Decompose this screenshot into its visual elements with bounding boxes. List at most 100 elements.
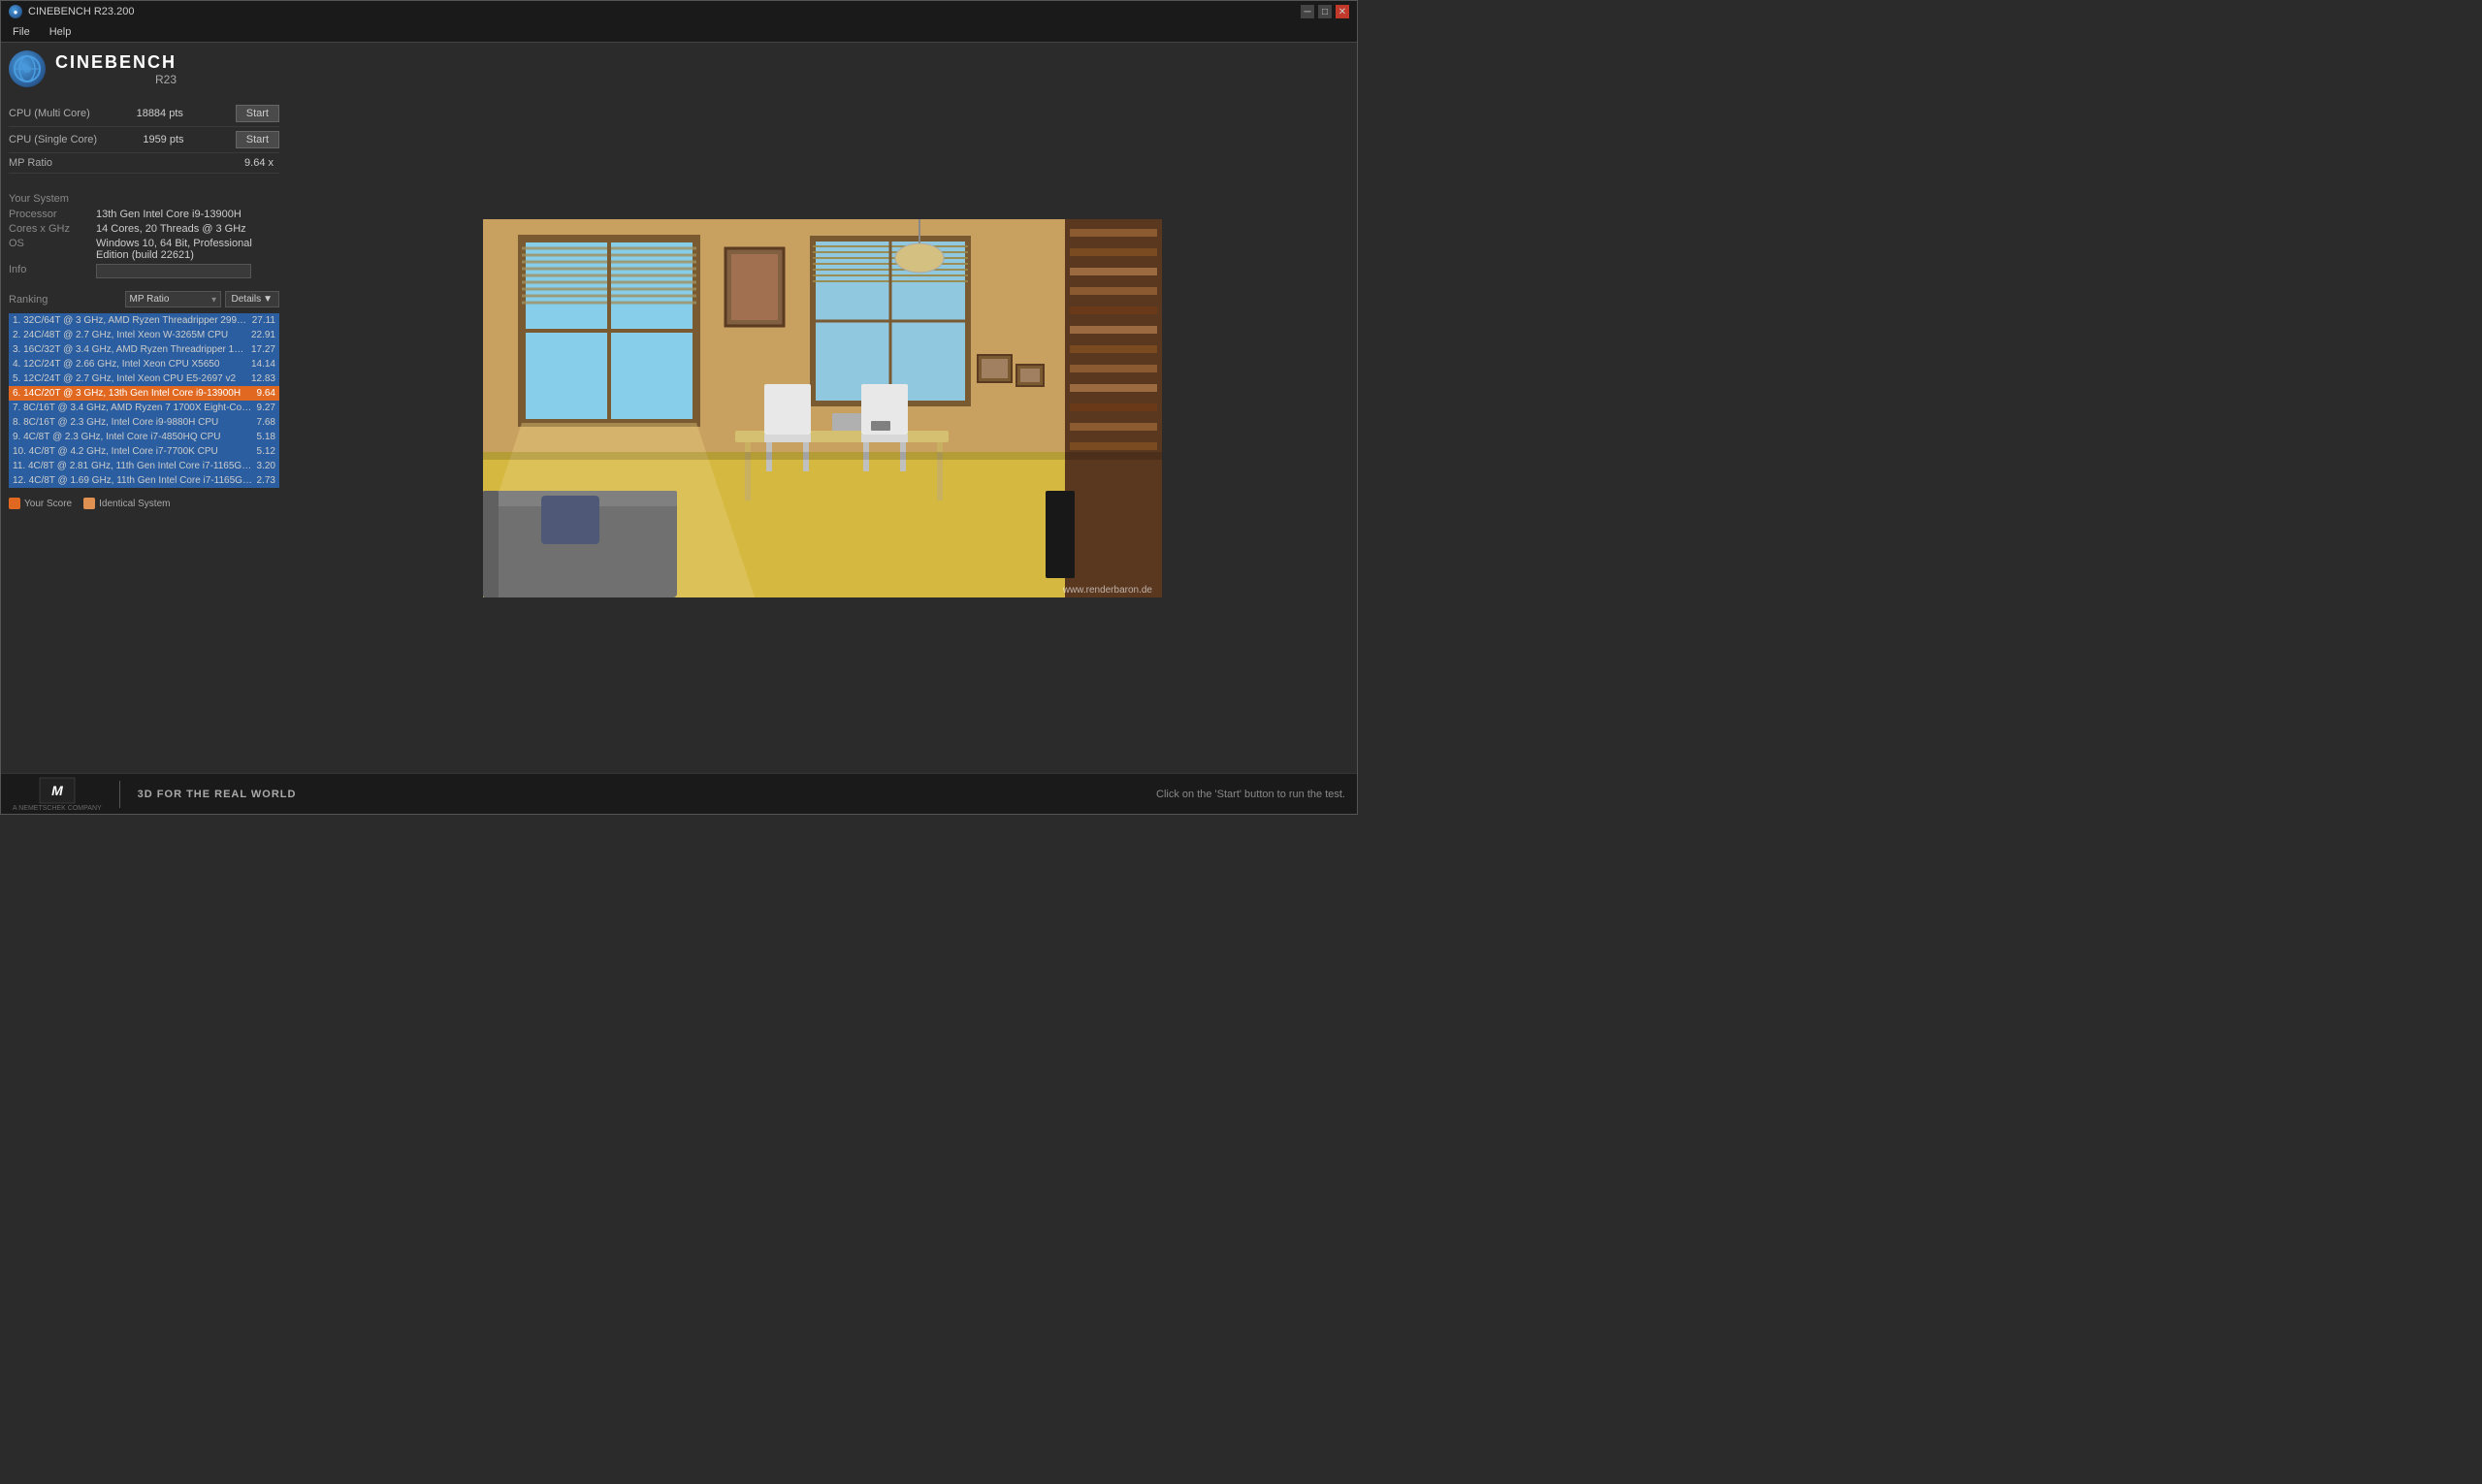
menu-help[interactable]: Help xyxy=(46,24,76,40)
rank-item-value: 2.73 xyxy=(257,475,275,486)
logo-subtitle: R23 xyxy=(55,73,177,86)
menu-bar: File Help xyxy=(1,22,1357,43)
ranking-list-item[interactable]: 10. 4C/8T @ 4.2 GHz, Intel Core i7-7700K… xyxy=(9,444,279,459)
ranking-list-item[interactable]: 2. 24C/48T @ 2.7 GHz, Intel Xeon W-3265M… xyxy=(9,328,279,342)
ranking-list-item[interactable]: 5. 12C/24T @ 2.7 GHz, Intel Xeon CPU E5-… xyxy=(9,371,279,386)
rank-item-label: 9. 4C/8T @ 2.3 GHz, Intel Core i7-4850HQ… xyxy=(13,432,253,442)
rank-item-value: 27.11 xyxy=(252,315,275,326)
ranking-list-item[interactable]: 9. 4C/8T @ 2.3 GHz, Intel Core i7-4850HQ… xyxy=(9,430,279,444)
cpu-multi-row: CPU (Multi Core) 18884 pts Start xyxy=(9,101,279,127)
processor-value: 13th Gen Intel Core i9-13900H xyxy=(96,209,279,220)
rank-item-value: 5.18 xyxy=(257,432,275,442)
ranking-list-item[interactable]: 12. 4C/8T @ 1.69 GHz, 11th Gen Intel Cor… xyxy=(9,473,279,488)
ranking-list-item[interactable]: 4. 12C/24T @ 2.66 GHz, Intel Xeon CPU X5… xyxy=(9,357,279,371)
cpu-single-row: CPU (Single Core) 1959 pts Start xyxy=(9,127,279,153)
mp-ratio-value: 9.64 x xyxy=(244,157,274,169)
render-image: www.renderbaron.de xyxy=(483,219,1162,597)
details-button[interactable]: Details ▼ xyxy=(225,291,279,307)
maxon-tagline: 3D FOR THE REAL WORLD xyxy=(138,789,297,800)
rank-item-label: 5. 12C/24T @ 2.7 GHz, Intel Xeon CPU E5-… xyxy=(13,373,247,384)
cpu-multi-label: CPU (Multi Core) xyxy=(9,108,90,119)
content-area: CINEBENCH R23 CPU (Multi Core) 18884 pts… xyxy=(1,43,1357,773)
os-row: OS Windows 10, 64 Bit, Professional Edit… xyxy=(9,238,279,261)
maxon-logo-icon: M A NEMETSCHEK COMPANY xyxy=(13,776,102,812)
title-bar-left: ● CINEBENCH R23.200 xyxy=(9,5,134,18)
logo-area: CINEBENCH R23 xyxy=(9,50,279,87)
system-info-table: Processor 13th Gen Intel Core i9-13900H … xyxy=(9,209,279,281)
rank-item-value: 17.27 xyxy=(251,344,275,355)
title-bar: ● CINEBENCH R23.200 ─ □ ✕ xyxy=(1,1,1357,22)
rank-item-label: 6. 14C/20T @ 3 GHz, 13th Gen Intel Core … xyxy=(13,388,253,399)
ranking-title: Ranking xyxy=(9,294,48,306)
cpu-single-label: CPU (Single Core) xyxy=(9,134,97,145)
cpu-multi-start-button[interactable]: Start xyxy=(236,105,279,122)
cores-key: Cores x GHz xyxy=(9,223,96,235)
rank-item-label: 4. 12C/24T @ 2.66 GHz, Intel Xeon CPU X5… xyxy=(13,359,247,370)
rank-item-label: 3. 16C/32T @ 3.4 GHz, AMD Ryzen Threadri… xyxy=(13,344,247,355)
rank-item-label: 12. 4C/8T @ 1.69 GHz, 11th Gen Intel Cor… xyxy=(13,475,253,486)
rank-item-label: 2. 24C/48T @ 2.7 GHz, Intel Xeon W-3265M… xyxy=(13,330,247,340)
legend-your-score: Your Score xyxy=(9,498,72,509)
minimize-button[interactable]: ─ xyxy=(1301,5,1314,18)
svg-text:www.renderbaron.de: www.renderbaron.de xyxy=(1061,585,1152,596)
identical-system-color-dot xyxy=(83,498,95,509)
maxon-sub-label: A NEMETSCHEK COMPANY xyxy=(13,805,102,812)
close-button[interactable]: ✕ xyxy=(1336,5,1349,18)
dropdown-container: MP Ratio CPU Multi Core CPU Single Core … xyxy=(125,291,221,307)
ranking-list-item[interactable]: 1. 32C/64T @ 3 GHz, AMD Ryzen Threadripp… xyxy=(9,313,279,328)
details-label: Details xyxy=(232,294,262,305)
rank-item-label: 8. 8C/16T @ 2.3 GHz, Intel Core i9-9880H… xyxy=(13,417,253,428)
legend-area: Your Score Identical System xyxy=(9,494,279,513)
cores-value: 14 Cores, 20 Threads @ 3 GHz xyxy=(96,223,279,235)
rank-item-value: 14.14 xyxy=(251,359,275,370)
rank-item-value: 7.68 xyxy=(257,417,275,428)
menu-file[interactable]: File xyxy=(9,24,34,40)
info-key: Info xyxy=(9,264,96,275)
your-score-label: Your Score xyxy=(24,499,72,509)
maximize-button[interactable]: □ xyxy=(1318,5,1332,18)
processor-row: Processor 13th Gen Intel Core i9-13900H xyxy=(9,209,279,220)
os-key: OS xyxy=(9,238,96,249)
rank-item-label: 1. 32C/64T @ 3 GHz, AMD Ryzen Threadripp… xyxy=(13,315,248,326)
ranking-list-item[interactable]: 6. 14C/20T @ 3 GHz, 13th Gen Intel Core … xyxy=(9,386,279,401)
rank-item-value: 9.27 xyxy=(257,403,275,413)
mp-ratio-label: MP Ratio xyxy=(9,157,52,169)
mp-ratio-row: MP Ratio 9.64 x xyxy=(9,153,279,174)
rank-item-value: 9.64 xyxy=(257,388,275,399)
right-panel: www.renderbaron.de xyxy=(287,43,1357,773)
legend-identical-system: Identical System xyxy=(83,498,170,509)
ranking-dropdown[interactable]: MP Ratio CPU Multi Core CPU Single Core xyxy=(125,291,221,307)
your-system-section-title: Your System xyxy=(9,193,279,205)
cpu-single-value: 1959 pts xyxy=(143,134,183,145)
cpu-multi-value: 18884 pts xyxy=(137,108,183,119)
maxon-divider xyxy=(119,781,120,808)
svg-text:M: M xyxy=(51,783,63,798)
processor-key: Processor xyxy=(9,209,96,220)
your-score-color-dot xyxy=(9,498,20,509)
window-title: CINEBENCH R23.200 xyxy=(28,6,134,17)
app-icon: ● xyxy=(9,5,22,18)
status-text: Click on the 'Start' button to run the t… xyxy=(1156,789,1345,800)
ranking-list-item[interactable]: 3. 16C/32T @ 3.4 GHz, AMD Ryzen Threadri… xyxy=(9,342,279,357)
cpu-single-start-button[interactable]: Start xyxy=(236,131,279,148)
maxon-logo: M A NEMETSCHEK COMPANY 3D FOR THE REAL W… xyxy=(13,776,296,812)
rank-item-label: 10. 4C/8T @ 4.2 GHz, Intel Core i7-7700K… xyxy=(13,446,253,457)
info-input[interactable] xyxy=(96,264,251,278)
rank-item-label: 11. 4C/8T @ 2.81 GHz, 11th Gen Intel Cor… xyxy=(13,461,253,471)
logo-text: CINEBENCH R23 xyxy=(55,52,177,86)
title-bar-controls: ─ □ ✕ xyxy=(1301,5,1349,18)
rank-item-value: 22.91 xyxy=(251,330,275,340)
details-chevron-icon: ▼ xyxy=(263,294,273,305)
benchmarks-section: CPU (Multi Core) 18884 pts Start CPU (Si… xyxy=(9,101,279,174)
bottom-bar: M A NEMETSCHEK COMPANY 3D FOR THE REAL W… xyxy=(1,773,1357,814)
ranking-list: 1. 32C/64T @ 3 GHz, AMD Ryzen Threadripp… xyxy=(9,313,279,488)
ranking-list-item[interactable]: 11. 4C/8T @ 2.81 GHz, 11th Gen Intel Cor… xyxy=(9,459,279,473)
cores-row: Cores x GHz 14 Cores, 20 Threads @ 3 GHz xyxy=(9,223,279,235)
rank-item-label: 7. 8C/16T @ 3.4 GHz, AMD Ryzen 7 1700X E… xyxy=(13,403,253,413)
ranking-list-item[interactable]: 7. 8C/16T @ 3.4 GHz, AMD Ryzen 7 1700X E… xyxy=(9,401,279,415)
identical-system-label: Identical System xyxy=(99,499,170,509)
ranking-controls: MP Ratio CPU Multi Core CPU Single Core … xyxy=(125,291,279,307)
ranking-list-item[interactable]: 8. 8C/16T @ 2.3 GHz, Intel Core i9-9880H… xyxy=(9,415,279,430)
ranking-header: Ranking MP Ratio CPU Multi Core CPU Sing… xyxy=(9,291,279,307)
logo-title: CINEBENCH xyxy=(55,52,177,73)
